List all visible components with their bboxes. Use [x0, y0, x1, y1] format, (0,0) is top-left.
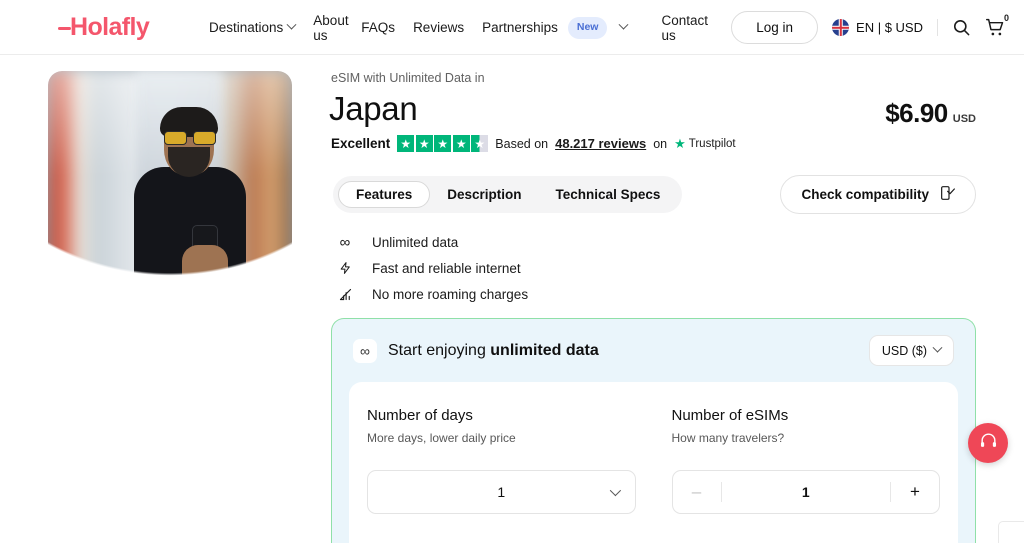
- days-subtitle: More days, lower daily price: [367, 431, 516, 445]
- no-roaming-icon: [336, 287, 354, 302]
- nav-label-about-us: About us: [313, 12, 349, 43]
- login-button[interactable]: Log in: [731, 11, 819, 44]
- search-icon[interactable]: [952, 18, 971, 37]
- currency-value: USD ($): [881, 343, 927, 358]
- star-half-icon: ★: [471, 135, 489, 152]
- star-icon: ★: [434, 135, 452, 152]
- logo-text: Holafly: [70, 13, 150, 41]
- feature-list: ∞ Unlimited data Fast and reliable inter…: [336, 229, 528, 307]
- phone-check-icon: [939, 185, 955, 204]
- cart-icon[interactable]: 0: [985, 13, 1009, 38]
- site-header: Holafly Destinations About us FAQs Revie…: [0, 0, 1024, 55]
- trustpilot-brand: ★ Trustpilot: [674, 136, 736, 152]
- nav-item-reviews[interactable]: Reviews: [404, 20, 473, 35]
- support-chat-button[interactable]: [968, 423, 1008, 463]
- feature-item-fast-internet: Fast and reliable internet: [336, 255, 528, 281]
- tab-description[interactable]: Description: [430, 181, 538, 208]
- trustpilot-star-icon: ★: [674, 135, 686, 151]
- page-title: Japan: [329, 90, 418, 127]
- product-eyebrow: eSIM with Unlimited Data in: [331, 71, 485, 85]
- feature-label: Unlimited data: [372, 234, 459, 250]
- holafly-logo[interactable]: Holafly: [58, 13, 150, 42]
- currency-selector[interactable]: USD ($): [868, 335, 954, 366]
- feature-item-unlimited-data: ∞ Unlimited data: [336, 229, 528, 255]
- days-value: 1: [497, 484, 506, 500]
- star-icon: ★: [397, 135, 415, 152]
- product-price: $6.90 USD: [885, 98, 976, 129]
- trust-based-on: Based on: [495, 136, 549, 151]
- trust-reviews-link[interactable]: 48.217 reviews: [555, 136, 646, 151]
- nav-item-destinations[interactable]: Destinations: [200, 19, 304, 35]
- esims-subtitle: How many travelers?: [671, 431, 785, 445]
- purchase-panel-title-text: Start enjoying unlimited data: [388, 342, 599, 360]
- chevron-down-icon: [932, 342, 943, 353]
- uk-flag-icon: [832, 19, 850, 36]
- purchase-panel: ∞ Start enjoying unlimited data USD ($) …: [331, 318, 976, 543]
- nav-label-partnerships: Partnerships: [482, 20, 558, 35]
- star-rating: ★ ★ ★ ★ ★: [397, 135, 489, 152]
- trustpilot-rating: Excellent ★ ★ ★ ★ ★ Based on 48.217 revi…: [331, 135, 736, 152]
- trust-rating-label: Excellent: [331, 136, 391, 151]
- tab-technical-specs[interactable]: Technical Specs: [539, 181, 678, 208]
- days-title: Number of days: [367, 407, 473, 424]
- esims-title: Number of eSIMs: [671, 407, 789, 424]
- esims-column: Number of eSIMs How many travelers? – 1 …: [654, 407, 959, 543]
- headset-icon: [979, 431, 998, 455]
- feature-label: Fast and reliable internet: [372, 260, 521, 276]
- nav-label-reviews: Reviews: [413, 20, 465, 35]
- nav-item-partnerships[interactable]: Partnerships New: [473, 16, 636, 39]
- product-tabs: Features Description Technical Specs: [333, 176, 683, 213]
- corner-widget[interactable]: [998, 521, 1024, 543]
- star-icon: ★: [452, 135, 470, 152]
- purchase-panel-title: ∞ Start enjoying unlimited data: [353, 338, 599, 363]
- feature-label: No more roaming charges: [372, 286, 529, 302]
- trustpilot-name: Trustpilot: [688, 137, 736, 150]
- chevron-down-icon: [286, 19, 297, 30]
- purchase-panel-header: ∞ Start enjoying unlimited data USD ($): [332, 319, 975, 382]
- nav-label-faqs: FAQs: [361, 20, 396, 35]
- logo-cross-icon: [58, 18, 71, 38]
- nav-item-contact-us[interactable]: Contact us: [652, 13, 708, 43]
- days-column: Number of days More days, lower daily pr…: [349, 407, 654, 543]
- locale-label: EN | $ USD: [856, 20, 923, 35]
- price-currency: USD: [952, 113, 976, 125]
- new-badge: New: [567, 16, 608, 39]
- nav-item-faqs[interactable]: FAQs: [352, 20, 404, 35]
- lightning-icon: [336, 260, 354, 276]
- check-compatibility-button[interactable]: Check compatibility: [780, 175, 976, 214]
- purchase-options-card: Number of days More days, lower daily pr…: [349, 382, 958, 543]
- infinity-icon: ∞: [339, 233, 351, 251]
- star-icon: ★: [415, 135, 433, 152]
- nav-label-contact-us: Contact us: [661, 12, 708, 43]
- nav-item-about-us[interactable]: About us: [304, 13, 352, 43]
- header-divider: [937, 19, 938, 36]
- decrement-button[interactable]: –: [673, 471, 721, 513]
- header-actions: Log in EN | $ USD 0: [731, 0, 1009, 55]
- increment-button[interactable]: +: [891, 471, 939, 513]
- days-select[interactable]: 1: [367, 470, 636, 514]
- esims-value: 1: [801, 484, 810, 500]
- locale-selector[interactable]: EN | $ USD: [832, 19, 923, 36]
- feature-item-no-roaming: No more roaming charges: [336, 281, 528, 307]
- cart-count-badge: 0: [1003, 13, 1009, 23]
- nav-label-destinations: Destinations: [209, 20, 284, 35]
- check-compatibility-label: Check compatibility: [801, 187, 929, 202]
- price-amount: $6.90: [885, 98, 948, 128]
- tab-features[interactable]: Features: [338, 181, 431, 208]
- esims-quantity-stepper: – 1 +: [671, 470, 940, 514]
- title-prefix: Start enjoying: [388, 341, 491, 359]
- chevron-down-icon: [619, 19, 629, 30]
- title-bold: unlimited data: [490, 341, 599, 359]
- infinity-icon: ∞: [353, 338, 377, 363]
- product-hero-image: [48, 71, 292, 365]
- chevron-down-icon: [609, 484, 621, 497]
- main-navigation: Destinations About us FAQs Reviews Partn…: [200, 0, 708, 55]
- trust-on-word: on: [653, 136, 668, 151]
